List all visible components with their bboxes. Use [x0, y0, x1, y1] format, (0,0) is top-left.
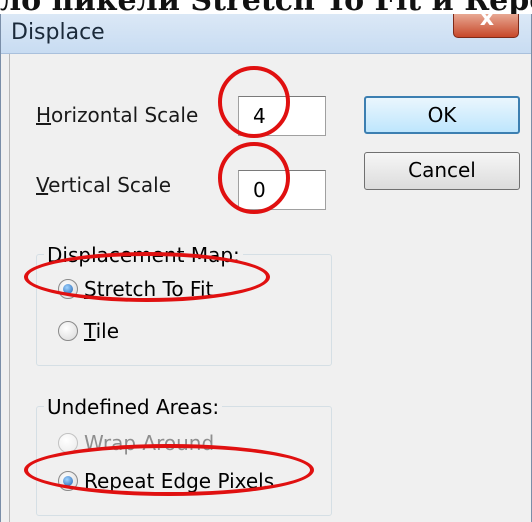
dialog-body: Horizontal Scale 4 Vertical Scale 0 OK C… — [9, 54, 523, 522]
radio-checked-icon[interactable] — [58, 471, 78, 491]
stretch-to-fit-label: Stretch To Fit — [84, 277, 214, 301]
radio-unchecked-icon[interactable] — [58, 321, 78, 341]
radio-disabled-icon[interactable] — [58, 433, 78, 453]
horizontal-scale-label: Horizontal Scale — [36, 103, 199, 127]
repeat-edge-pixels-label: Repeat Edge Pixels — [84, 469, 275, 493]
displacement-map-group — [36, 254, 332, 366]
cancel-button[interactable]: Cancel — [364, 152, 520, 190]
undefined-areas-title: Undefined Areas: — [44, 394, 223, 420]
tile-label: Tile — [84, 319, 120, 343]
radio-checked-icon[interactable] — [58, 279, 78, 299]
dialog-title: Displace — [11, 20, 105, 45]
wrap-around-label: Wrap Around — [84, 431, 215, 455]
horizontal-scale-field[interactable]: 4 — [238, 96, 326, 136]
close-icon: x — [479, 14, 495, 31]
displacement-map-title: Displacement Map: — [44, 242, 243, 268]
radio-tile[interactable]: Tile — [58, 316, 119, 346]
close-button[interactable]: x — [453, 14, 519, 38]
title-bar[interactable]: Displace x — [1, 14, 531, 54]
displace-dialog: Displace x Horizontal Scale 4 Vertical S… — [0, 14, 532, 522]
radio-stretch-to-fit[interactable]: Stretch To Fit — [58, 274, 213, 304]
radio-repeat-edge-pixels[interactable]: Repeat Edge Pixels — [58, 466, 274, 496]
vertical-scale-field[interactable]: 0 — [238, 170, 326, 210]
vertical-scale-label: Vertical Scale — [36, 173, 172, 197]
undefined-areas-group — [36, 406, 332, 516]
radio-wrap-around[interactable]: Wrap Around — [58, 428, 214, 458]
ok-button[interactable]: OK — [364, 96, 520, 134]
